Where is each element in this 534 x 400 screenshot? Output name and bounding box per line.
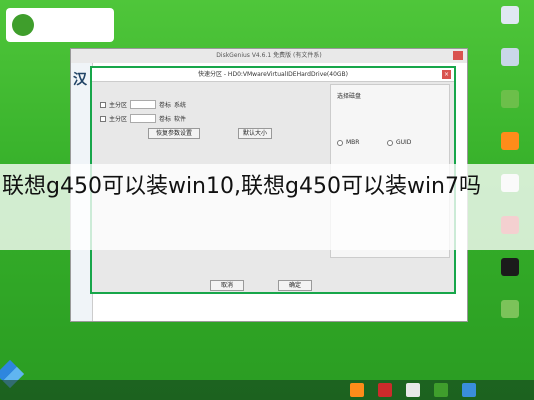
tool-icon [501, 132, 519, 150]
mbr-option[interactable]: MBR [337, 139, 359, 146]
taskbar-app-icon[interactable] [462, 383, 476, 397]
desktop-icon-app3[interactable] [490, 258, 530, 296]
network-icon [501, 48, 519, 66]
brand-logo [6, 8, 114, 42]
row-2-value: 软件 [174, 116, 187, 123]
row-1-type: 主分区 [109, 102, 128, 109]
taskbar-app-icon[interactable] [406, 383, 420, 397]
dialog-title-text: 快速分区 - HD0:VMwareVirtualIDEHardDrive(40G… [197, 71, 349, 78]
partition-row-2: 主分区 卷标 软件 [100, 114, 186, 123]
row-2-type: 主分区 [109, 116, 128, 123]
row-1-label: 卷标 [159, 102, 172, 109]
row-2-select[interactable] [130, 114, 157, 123]
row-1-value: 系统 [174, 102, 187, 109]
default-size-button[interactable]: 默认大小 [238, 128, 272, 139]
desktop-icon-app4[interactable] [490, 300, 530, 338]
left-pane-label: 汉 [73, 72, 87, 88]
taskbar [0, 380, 534, 400]
guid-label: GUID [396, 139, 412, 146]
desktop-icon-recycle[interactable] [490, 90, 530, 128]
taskbar-app-icon[interactable] [378, 383, 392, 397]
row-2-label: 卷标 [159, 116, 172, 123]
restore-button[interactable]: 恢复参数设置 [148, 128, 200, 139]
app-icon [501, 300, 519, 318]
guid-option[interactable]: GUID [387, 139, 411, 146]
headline-text: 联想g450可以装win10,联想g450可以装win7吗 [2, 174, 481, 199]
mbr-radio-icon [337, 139, 343, 146]
window-close-button[interactable] [453, 51, 463, 60]
row-2-checkbox[interactable] [100, 115, 106, 122]
logo-mark-icon [12, 14, 34, 36]
taskbar-app-icon[interactable] [350, 383, 364, 397]
row-1-checkbox[interactable] [100, 101, 106, 108]
dialog-title: 快速分区 - HD0:VMwareVirtualIDEHardDrive(40G… [92, 68, 454, 82]
dialog-close-button[interactable]: × [442, 70, 451, 79]
window-title-text: DiskGenius V4.6.1 免费版 (有文件系) [216, 52, 322, 59]
app-icon [501, 258, 519, 276]
desktop-icon-computer[interactable] [490, 6, 530, 44]
taskbar-app-icon[interactable] [434, 383, 448, 397]
guid-radio-icon [387, 139, 393, 146]
partition-row-1: 主分区 卷标 系统 [100, 100, 186, 109]
ok-button[interactable]: 确定 [278, 280, 312, 291]
window-title: DiskGenius V4.6.1 免费版 (有文件系) [71, 49, 467, 63]
desktop-icon-network[interactable] [490, 48, 530, 86]
panel-title: 选择磁盘 [337, 91, 361, 100]
mbr-label: MBR [346, 139, 360, 146]
row-1-select[interactable] [130, 100, 157, 109]
cancel-button[interactable]: 取消 [210, 280, 244, 291]
computer-icon [501, 6, 519, 24]
panel-title-text: 选择磁盘 [337, 93, 362, 100]
recycle-icon [501, 90, 519, 108]
